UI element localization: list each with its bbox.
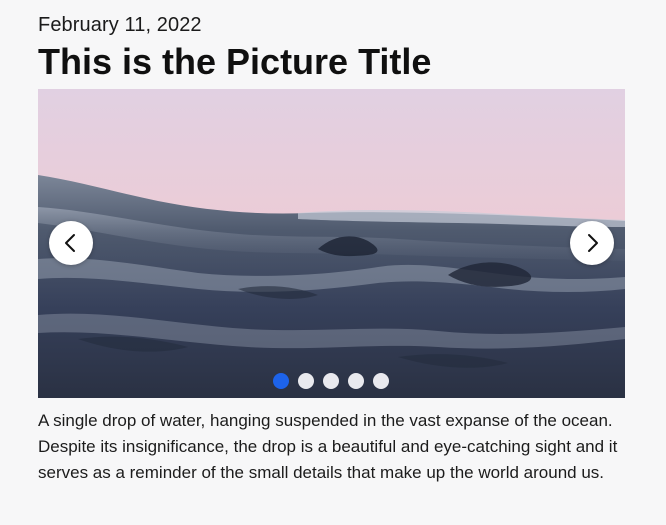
next-slide-button[interactable] [570,221,614,265]
carousel-pagination [273,373,389,389]
slide-dot-4[interactable] [348,373,364,389]
post-date: February 11, 2022 [38,14,202,36]
chevron-left-icon [65,234,75,252]
post-card: February 11, 2022 This is the Picture Ti… [0,0,666,525]
slide-dot-1[interactable] [273,373,289,389]
slide-dot-3[interactable] [323,373,339,389]
previous-slide-button[interactable] [49,221,93,265]
post-title: This is the Picture Title [38,41,432,82]
image-carousel[interactable] [38,89,625,398]
chevron-right-icon [588,234,598,252]
ocean-wave-image [38,89,625,398]
slide-dot-5[interactable] [373,373,389,389]
post-caption: A single drop of water, hanging suspende… [38,411,618,482]
slide-dot-2[interactable] [298,373,314,389]
